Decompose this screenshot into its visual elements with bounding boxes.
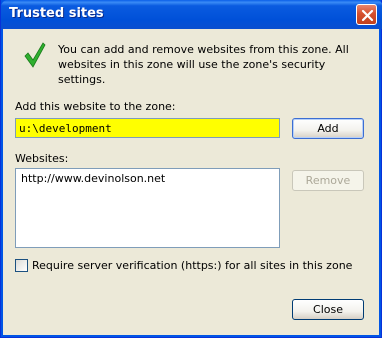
website-url-input[interactable] bbox=[15, 118, 280, 138]
window-close-button[interactable] bbox=[356, 4, 377, 25]
add-website-label: Add this website to the zone: bbox=[15, 100, 176, 113]
websites-label: Websites: bbox=[15, 152, 69, 165]
checkmark-icon bbox=[24, 42, 46, 68]
list-item[interactable]: http://www.devinolson.net bbox=[21, 172, 274, 185]
info-text: You can add and remove websites from thi… bbox=[58, 43, 349, 86]
close-icon bbox=[361, 9, 374, 22]
remove-button[interactable]: Remove bbox=[292, 170, 364, 191]
https-verification-label[interactable]: Require server verification (https:) for… bbox=[32, 259, 352, 272]
title-bar[interactable]: Trusted sites bbox=[1, 0, 382, 29]
websites-list[interactable]: http://www.devinolson.net bbox=[15, 168, 280, 248]
window-title: Trusted sites bbox=[9, 6, 104, 21]
add-button[interactable]: Add bbox=[292, 118, 364, 139]
close-button[interactable]: Close bbox=[292, 299, 364, 320]
https-verification-checkbox[interactable] bbox=[15, 259, 28, 272]
